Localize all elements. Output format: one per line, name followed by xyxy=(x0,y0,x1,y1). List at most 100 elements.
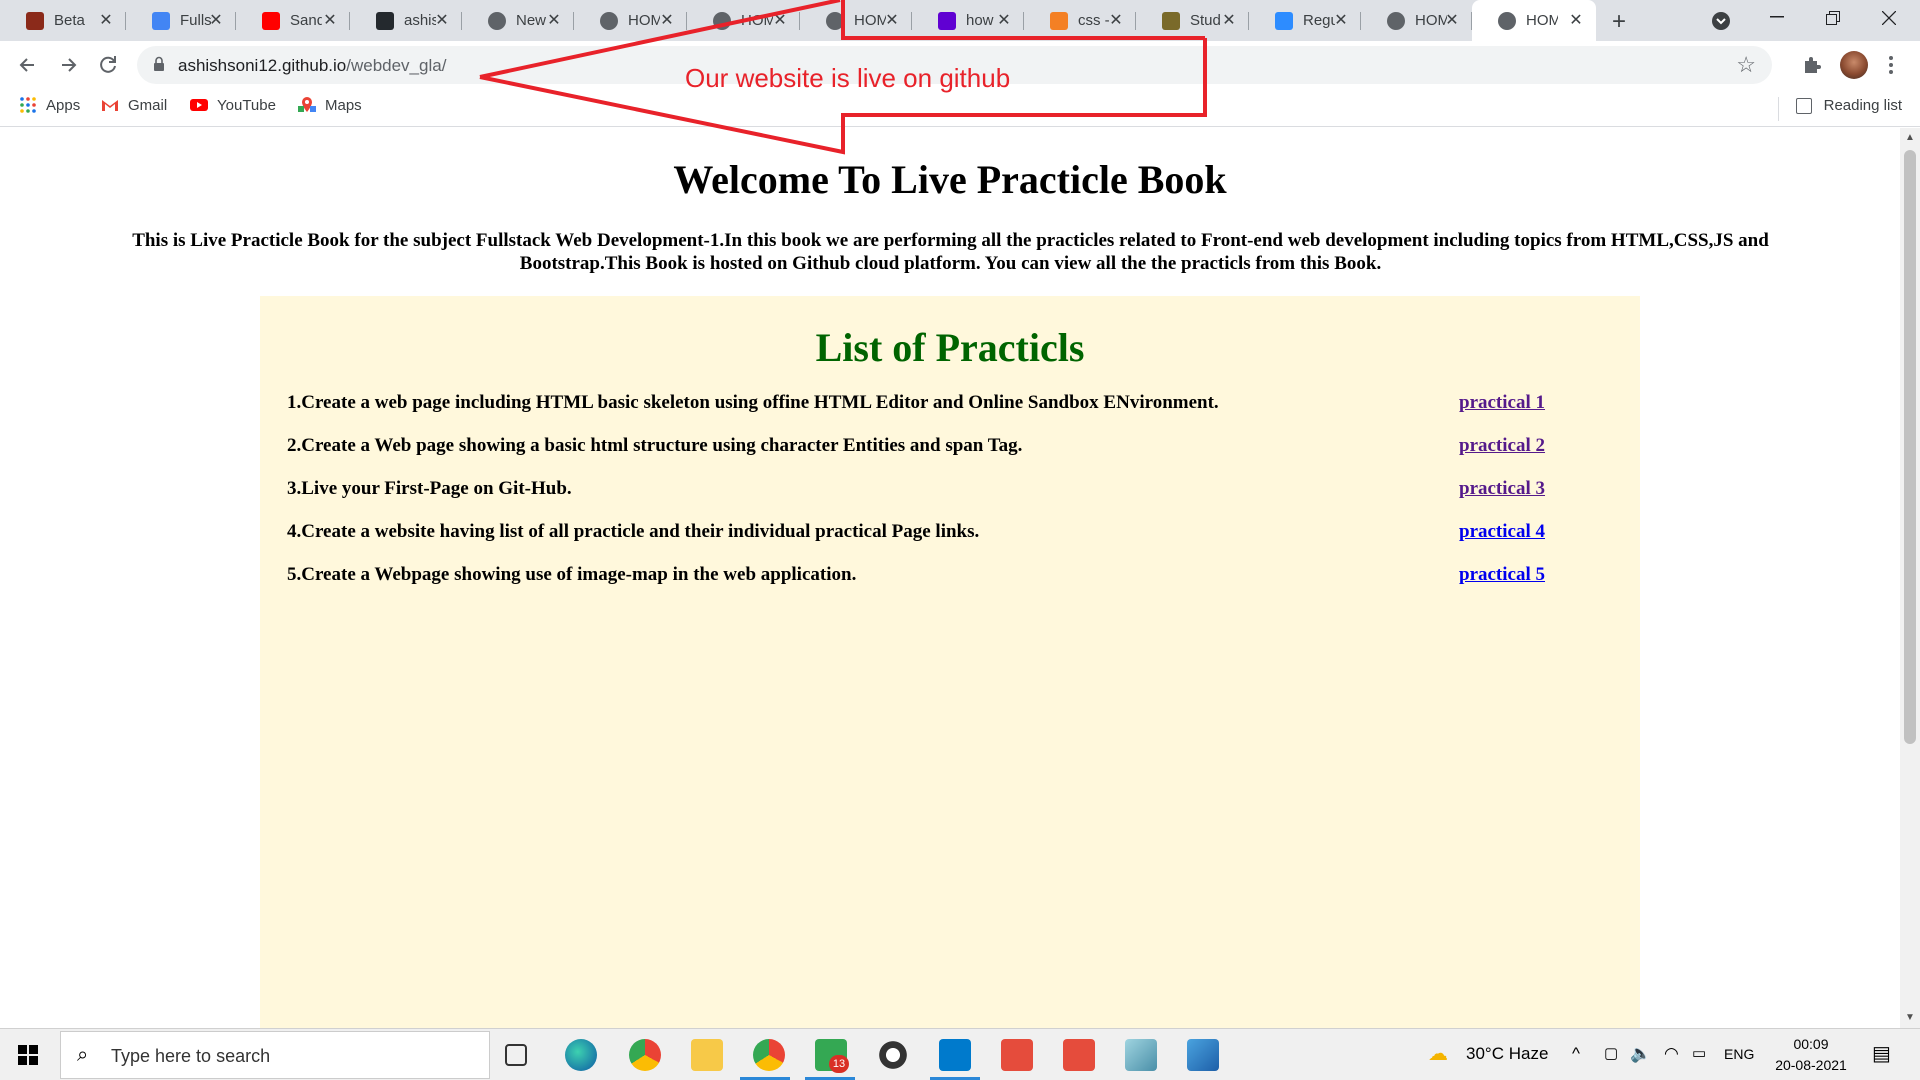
scrollbar-thumb[interactable] xyxy=(1904,150,1916,744)
tab-favicon-icon xyxy=(713,12,731,30)
clock-time: 00:09 xyxy=(1793,1036,1829,1052)
url-text[interactable]: ashishsoni12.github.io/webdev_gla/ xyxy=(178,56,446,76)
tab-title: Stud xyxy=(1190,12,1221,29)
new-tab-button[interactable]: + xyxy=(1612,8,1626,36)
bookmark-youtube[interactable]: YouTube xyxy=(190,96,276,114)
tab-strip: Beta✕Fullst✕Sand✕ashis✕New✕HOM✕HOM✕HOM✕h… xyxy=(0,0,1920,41)
bookmark-star-icon[interactable]: ☆ xyxy=(1736,52,1756,78)
tab-close-icon[interactable]: ✕ xyxy=(1566,10,1586,30)
practical-row: 5.Create a Webpage showing use of image-… xyxy=(287,564,1617,586)
tab-close-icon[interactable]: ✕ xyxy=(206,10,226,30)
tab-close-icon[interactable]: ✕ xyxy=(770,10,790,30)
wifi-icon[interactable]: ◠ xyxy=(1664,1044,1679,1064)
tab-4[interactable]: New ✕ xyxy=(462,0,574,41)
tab-1[interactable]: Fullst✕ xyxy=(126,0,236,41)
tab-close-icon[interactable]: ✕ xyxy=(96,10,116,30)
taskbar-search[interactable]: ⌕ Type here to search xyxy=(60,1031,490,1079)
tab-close-icon[interactable]: ✕ xyxy=(1219,10,1239,30)
extensions-icon[interactable] xyxy=(1802,55,1822,75)
tab-close-icon[interactable]: ✕ xyxy=(432,10,452,30)
scroll-down-icon[interactable]: ▼ xyxy=(1905,1012,1915,1023)
vscode-icon[interactable] xyxy=(939,1039,971,1071)
weather-icon[interactable]: ☁ xyxy=(1428,1041,1448,1066)
photos-icon[interactable] xyxy=(1187,1039,1219,1071)
practical-link-2[interactable]: practical 2 xyxy=(1459,435,1545,457)
meet-now-icon[interactable]: ▢ xyxy=(1604,1044,1618,1062)
tab-favicon-icon xyxy=(26,12,44,30)
tab-close-icon[interactable]: ✕ xyxy=(994,10,1014,30)
tab-5[interactable]: HOM ✕ xyxy=(574,0,687,41)
tab-7[interactable]: HOM ✕ xyxy=(800,0,912,41)
restore-icon[interactable] xyxy=(1826,11,1840,25)
annotation-text: Our website is live on github xyxy=(685,63,1011,93)
task-view-icon[interactable] xyxy=(505,1044,527,1066)
weather-text[interactable]: 30°C Haze xyxy=(1466,1044,1548,1064)
profile-avatar[interactable] xyxy=(1840,51,1868,79)
practical-link-1[interactable]: practical 1 xyxy=(1459,392,1545,414)
scroll-up-icon[interactable]: ▲ xyxy=(1905,132,1915,143)
close-window-icon[interactable] xyxy=(1882,11,1896,25)
bookmark-maps[interactable]: Maps xyxy=(298,96,362,114)
bookmark-apps[interactable]: Apps xyxy=(19,96,80,114)
tab-close-icon[interactable]: ✕ xyxy=(657,10,677,30)
practical-row: 4.Create a website having list of all pr… xyxy=(287,521,1617,543)
lock-icon[interactable] xyxy=(153,56,165,72)
tab-favicon-icon xyxy=(938,12,956,30)
forward-icon[interactable] xyxy=(54,51,82,79)
settings-gear-icon[interactable] xyxy=(877,1039,909,1071)
windows-start-icon[interactable] xyxy=(18,1045,38,1065)
bookmark-gmail[interactable]: Gmail xyxy=(101,96,167,114)
tab-10[interactable]: Stud ✕ xyxy=(1136,0,1249,41)
battery-icon[interactable]: ▭ xyxy=(1692,1044,1706,1062)
vertical-scrollbar[interactable]: ▲ ▼ xyxy=(1900,128,1920,1028)
git-app-icon[interactable] xyxy=(1001,1039,1033,1071)
tab-8[interactable]: how ✕ xyxy=(912,0,1024,41)
tab-close-icon[interactable]: ✕ xyxy=(1442,10,1462,30)
practical-description: 5.Create a Webpage showing use of image-… xyxy=(287,564,857,585)
tab-close-icon[interactable]: ✕ xyxy=(544,10,564,30)
language-indicator[interactable]: ENG xyxy=(1724,1046,1754,1062)
tab-6[interactable]: HOM ✕ xyxy=(687,0,800,41)
tab-13[interactable]: HOM ✕ xyxy=(1472,0,1596,41)
edge-icon[interactable] xyxy=(565,1039,597,1071)
practical-row: 3.Live your First-Page on Git-Hub. practi… xyxy=(287,478,1617,500)
practical-row: 2.Create a Web page showing a basic html… xyxy=(287,435,1617,457)
menu-dots-icon[interactable] xyxy=(1888,55,1894,75)
tab-search-icon[interactable] xyxy=(1712,12,1730,30)
practical-link-5[interactable]: practical 5 xyxy=(1459,564,1545,586)
volume-icon[interactable]: 🔈 xyxy=(1630,1044,1651,1064)
tab-favicon-icon xyxy=(1387,12,1405,30)
minimize-icon[interactable] xyxy=(1770,16,1784,18)
tab-0[interactable]: Beta ✕ xyxy=(0,0,126,41)
practical-link-4[interactable]: practical 4 xyxy=(1459,521,1545,543)
page-viewport: Welcome To Live Practicle Book This is L… xyxy=(0,128,1900,1028)
back-icon[interactable] xyxy=(14,51,42,79)
tab-12[interactable]: HOM ✕ xyxy=(1361,0,1472,41)
tab-2[interactable]: Sand ✕ xyxy=(236,0,350,41)
tab-title: Beta xyxy=(54,12,85,29)
reload-icon[interactable] xyxy=(94,51,122,79)
tab-favicon-icon xyxy=(1275,12,1293,30)
tab-9[interactable]: css - ✕ xyxy=(1024,0,1136,41)
tab-close-icon[interactable]: ✕ xyxy=(320,10,340,30)
intro-paragraph: This is Live Practicle Book for the subj… xyxy=(132,230,1769,274)
clock[interactable]: 00:09 20-08-2021 xyxy=(1766,1034,1856,1076)
bookmark-label: YouTube xyxy=(217,96,276,114)
tab-title: HOM xyxy=(741,12,773,29)
chrome-icon[interactable] xyxy=(629,1039,661,1071)
chrome-profile-icon[interactable] xyxy=(753,1039,785,1071)
tab-close-icon[interactable]: ✕ xyxy=(1331,10,1351,30)
reading-list-button[interactable]: Reading list xyxy=(1795,97,1902,114)
tab-close-icon[interactable]: ✕ xyxy=(1106,10,1126,30)
tab-close-icon[interactable]: ✕ xyxy=(882,10,902,30)
tab-favicon-icon xyxy=(600,12,618,30)
tab-3[interactable]: ashis ✕ xyxy=(350,0,462,41)
maps-icon xyxy=(298,97,316,112)
show-hidden-icons-chevron[interactable]: ^ xyxy=(1572,1044,1580,1064)
file-explorer-icon[interactable] xyxy=(691,1039,723,1071)
notifications-icon[interactable]: ▤ xyxy=(1872,1041,1891,1066)
practical-link-3[interactable]: practical 3 xyxy=(1459,478,1545,500)
notepad-icon[interactable] xyxy=(1125,1039,1157,1071)
git-app-icon-2[interactable] xyxy=(1063,1039,1095,1071)
tab-11[interactable]: Regu ✕ xyxy=(1249,0,1361,41)
